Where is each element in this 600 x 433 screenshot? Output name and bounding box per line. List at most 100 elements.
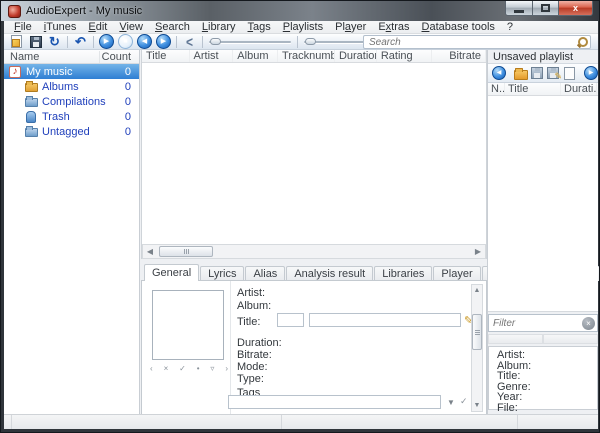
tree-item-compilations[interactable]: Compilations0	[4, 94, 139, 109]
track-number-field[interactable]	[277, 313, 304, 327]
tab-player[interactable]: Player	[433, 266, 480, 281]
tree-column-count[interactable]: Count	[99, 51, 139, 63]
import-button[interactable]	[8, 34, 25, 49]
tree-item-albums[interactable]: Albums0	[4, 79, 139, 94]
menu-file[interactable]: File	[8, 21, 38, 33]
menu-player[interactable]: Player	[329, 21, 372, 33]
next-button[interactable]: ▶	[155, 34, 172, 49]
playlist-column-durati[interactable]: Durati...	[561, 83, 597, 95]
menu-library[interactable]: Library	[196, 21, 242, 33]
art-nav-button[interactable]: ▿	[210, 364, 214, 373]
music-library-icon: ♪	[9, 66, 21, 78]
status-segment	[4, 415, 12, 429]
track-column-tracknumb[interactable]: Tracknumb...	[278, 50, 335, 62]
playlist-body[interactable]	[488, 96, 598, 312]
playlist-column-n[interactable]: N...	[488, 83, 505, 95]
menu-edit[interactable]: Edit	[82, 21, 113, 33]
filter-input[interactable]	[491, 317, 582, 330]
undo-button[interactable]: ↶	[72, 34, 89, 49]
album-art-box[interactable]	[152, 290, 224, 360]
menu-search[interactable]: Search	[149, 21, 196, 33]
menu-extras[interactable]: Extras	[372, 21, 415, 33]
playlist-new-button[interactable]	[561, 66, 577, 81]
tree-item-count: 0	[111, 81, 139, 93]
tree-item-untagged[interactable]: Untagged0	[4, 124, 139, 139]
tree-column-header[interactable]: Name Count	[4, 50, 139, 64]
tree-column-name[interactable]: Name	[4, 51, 99, 63]
tree-item-my-music[interactable]: ♪My music0	[4, 64, 139, 79]
menu-database-tools[interactable]: Database tools	[416, 21, 501, 33]
title-input[interactable]	[310, 315, 460, 327]
toolbar-separator	[67, 36, 68, 48]
scroll-left-icon[interactable]: ◀	[143, 247, 157, 256]
track-column-album[interactable]: Album	[233, 50, 278, 62]
volume-slider-thumb[interactable]	[305, 38, 316, 45]
tags-dropdown-icon[interactable]: ▼	[447, 398, 455, 407]
clear-filter-icon[interactable]: ×	[582, 317, 595, 330]
toolbar-separator	[176, 36, 177, 48]
refresh-button[interactable]: ↻	[46, 34, 63, 49]
playlist-mini-header	[488, 334, 598, 344]
position-slider[interactable]	[209, 37, 291, 47]
title-bar[interactable]: AudioExpert - My music x	[1, 1, 599, 21]
track-column-rating[interactable]: Rating	[377, 50, 432, 62]
art-nav-button[interactable]: ›	[225, 364, 228, 373]
form-vscrollbar[interactable]: ▲ ▼	[471, 284, 483, 412]
track-list-body[interactable]	[142, 63, 486, 259]
tab-libraries[interactable]: Libraries	[374, 266, 432, 281]
art-nav-button[interactable]: •	[197, 364, 200, 373]
minimize-button[interactable]	[505, 1, 533, 16]
play-button[interactable]: ▶	[98, 34, 115, 49]
tab-general[interactable]: General	[144, 264, 199, 281]
track-column-duration[interactable]: Duration	[335, 50, 377, 62]
title-field[interactable]	[309, 313, 461, 327]
scroll-down-icon[interactable]: ▼	[474, 400, 481, 411]
track-number-input[interactable]	[278, 315, 303, 327]
previous-button[interactable]: ◀	[136, 34, 153, 49]
playlist-save-button[interactable]	[529, 66, 545, 81]
search-box[interactable]	[363, 35, 591, 49]
tree-item-label: Compilations	[38, 96, 111, 108]
tags-field[interactable]	[228, 395, 441, 409]
playlist-play-button[interactable]: ▶	[583, 66, 598, 81]
scroll-right-icon[interactable]: ▶	[471, 247, 485, 256]
tags-input[interactable]	[229, 397, 440, 409]
search-icon[interactable]	[577, 37, 587, 47]
track-list-hscrollbar[interactable]: ◀ ▶	[142, 244, 486, 259]
tab-analysis-result[interactable]: Analysis result	[286, 266, 373, 281]
art-nav-button[interactable]: ×	[164, 364, 169, 373]
track-column-artist[interactable]: Artist	[190, 50, 234, 62]
filter-box[interactable]: ×	[488, 314, 598, 332]
tree-item-trash[interactable]: Trash0	[4, 109, 139, 124]
play-icon: ▶	[99, 34, 114, 49]
track-column-bitrate[interactable]: Bitrate	[432, 50, 486, 62]
stop-button[interactable]: ■	[117, 34, 134, 49]
vscrollbar-thumb[interactable]	[472, 314, 482, 350]
playlist-column-title[interactable]: Title	[505, 83, 561, 95]
tab-lyrics[interactable]: Lyrics	[200, 266, 244, 281]
menu-?[interactable]: ?	[501, 21, 519, 33]
menu-tags[interactable]: Tags	[242, 21, 277, 33]
maximize-button[interactable]	[533, 1, 559, 16]
status-segment	[518, 415, 598, 429]
close-button[interactable]: x	[559, 1, 593, 16]
close-icon: x	[573, 4, 578, 13]
scroll-up-icon[interactable]: ▲	[474, 285, 481, 296]
save-button[interactable]	[27, 34, 44, 49]
tags-apply-icon[interactable]: ✓	[460, 396, 468, 407]
menu-view[interactable]: View	[113, 21, 149, 33]
status-bar	[4, 414, 598, 429]
playlist-back-button[interactable]: ◀	[491, 66, 507, 81]
art-nav-button[interactable]: ‹	[150, 364, 153, 373]
art-nav-button[interactable]: ✓	[179, 364, 186, 373]
hscrollbar-thumb[interactable]	[159, 246, 213, 257]
collapse-button[interactable]: <	[181, 34, 198, 49]
track-column-title[interactable]: Title	[142, 50, 190, 62]
menu-itunes[interactable]: iTunes	[38, 21, 83, 33]
menu-playlists[interactable]: Playlists	[277, 21, 329, 33]
position-slider-thumb[interactable]	[210, 38, 221, 45]
playlist-open-button[interactable]	[513, 66, 529, 81]
tab-alias[interactable]: Alias	[245, 266, 285, 281]
search-input[interactable]	[367, 36, 577, 49]
playlist-save-as-button[interactable]: ✎	[545, 66, 561, 81]
